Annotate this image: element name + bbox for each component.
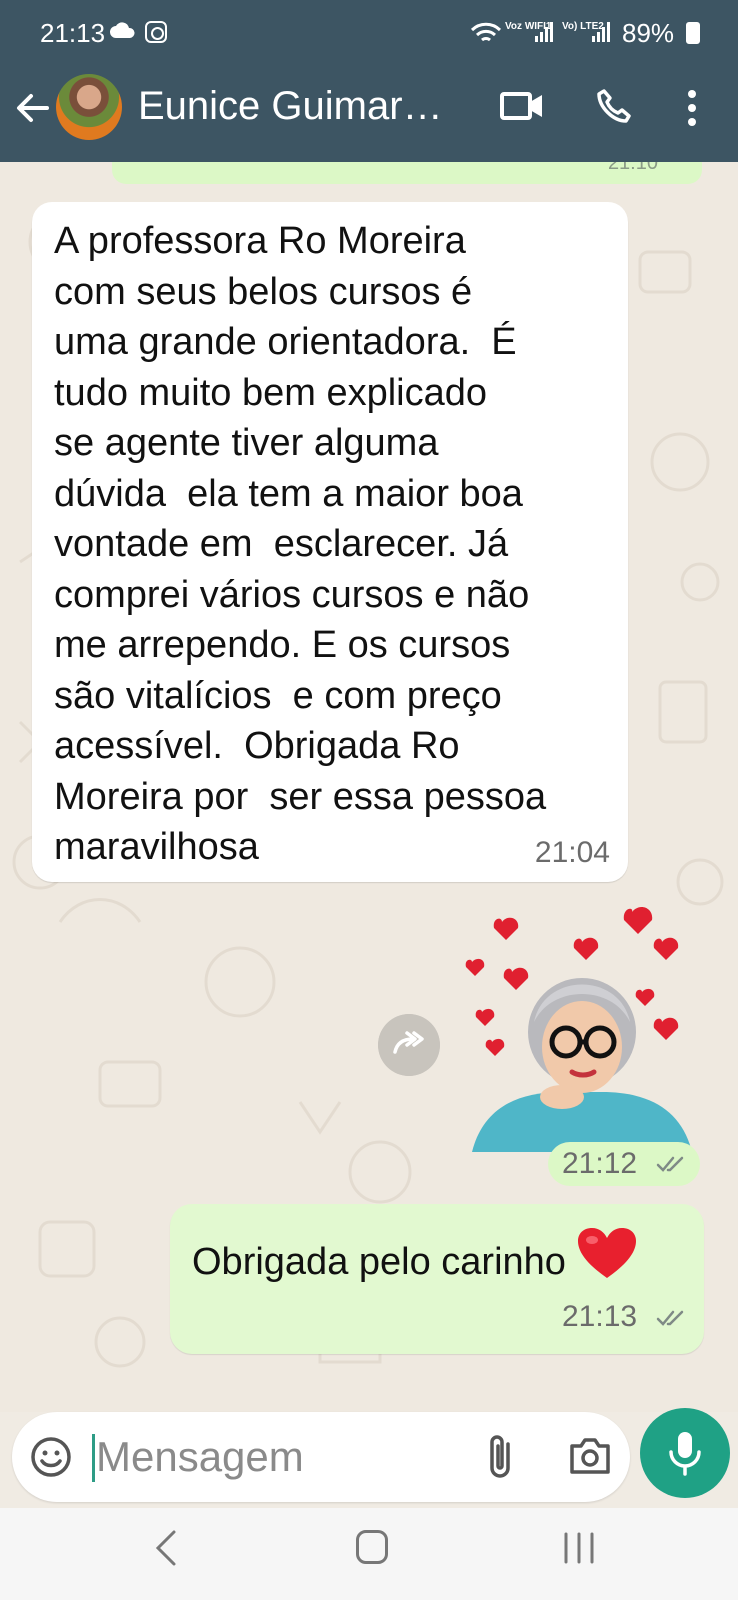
read-receipt-icon — [656, 1156, 684, 1172]
chat-area[interactable]: 21:10 A professora Ro Moreira com seus b… — [0, 162, 738, 1412]
battery-percentage: 89% — [622, 18, 675, 48]
video-call-icon[interactable] — [500, 90, 544, 122]
more-options-icon[interactable] — [684, 88, 700, 128]
read-receipt-icon — [656, 1310, 684, 1326]
status-bar: 21:13 Voz WIFI1 Vo) LTE2 89% — [0, 0, 738, 68]
avatar-sticker[interactable] — [462, 902, 702, 1152]
back-arrow-icon[interactable] — [14, 90, 50, 126]
text-cursor — [92, 1434, 95, 1482]
battery-icon — [686, 22, 700, 44]
attach-icon[interactable] — [482, 1432, 522, 1482]
wifi-icon — [470, 22, 502, 42]
forward-icon[interactable] — [378, 1014, 440, 1076]
previous-message-bubble[interactable]: 21:10 — [112, 162, 702, 184]
signal-icon — [535, 22, 553, 42]
instagram-icon — [145, 21, 167, 43]
camera-icon[interactable] — [568, 1436, 612, 1476]
red-heart-icon — [577, 1228, 636, 1278]
message-text: A professora Ro Moreira com seus belos c… — [54, 220, 547, 868]
message-text-row: Obrigada pelo carinho — [192, 1226, 638, 1284]
message-composer — [0, 1408, 738, 1508]
outgoing-message-bubble[interactable]: Obrigada pelo carinho 21:13 — [170, 1204, 704, 1354]
nav-home-icon[interactable] — [356, 1530, 388, 1564]
incoming-message-bubble[interactable]: A professora Ro Moreira com seus belos c… — [32, 202, 628, 882]
message-time: 21:10 — [607, 162, 658, 174]
avatar[interactable] — [56, 74, 122, 140]
message-time: 21:04 — [534, 836, 610, 869]
input-wrapper — [12, 1412, 630, 1502]
message-time: 21:12 — [562, 1147, 638, 1180]
system-navigation-bar — [0, 1508, 738, 1600]
nav-back-icon[interactable] — [152, 1528, 180, 1568]
chat-header: Eunice Guimarães — [0, 68, 738, 162]
sticker-time-badge: 21:12 — [548, 1142, 700, 1186]
cloud-icon — [110, 22, 135, 38]
emoji-icon[interactable] — [30, 1436, 72, 1478]
microphone-icon — [669, 1432, 701, 1476]
message-time: 21:13 — [562, 1300, 638, 1333]
top-bar: 21:13 Voz WIFI1 Vo) LTE2 89% Eunice Guim… — [0, 0, 738, 162]
voice-record-button[interactable] — [640, 1408, 730, 1498]
contact-name[interactable]: Eunice Guimarães — [138, 84, 458, 129]
message-text: Obrigada pelo carinho — [192, 1241, 566, 1283]
status-time: 21:13 — [40, 18, 106, 48]
message-input[interactable] — [96, 1426, 456, 1488]
phone-call-icon[interactable] — [596, 88, 632, 124]
nav-recent-apps-icon[interactable] — [562, 1532, 596, 1564]
signal-icon — [592, 22, 610, 42]
